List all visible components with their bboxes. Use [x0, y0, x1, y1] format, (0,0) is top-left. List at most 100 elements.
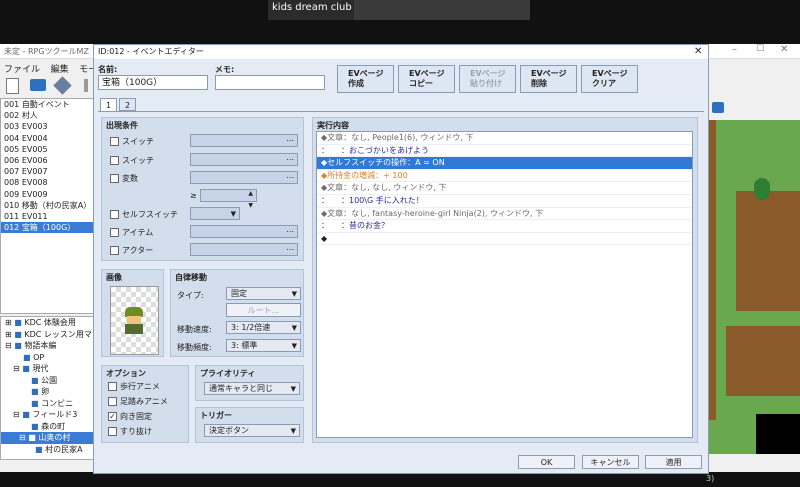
event-item[interactable]: 003 EV003 — [1, 121, 94, 132]
event-item[interactable]: 001 自動イベント — [1, 99, 94, 110]
map-tree-item[interactable]: ■ 卵 — [1, 386, 94, 398]
tab-page-2[interactable]: 2 — [119, 98, 136, 111]
direction-fix-checkbox[interactable]: ✓ — [108, 412, 117, 421]
ev-page-create-button[interactable]: EVページ 作成 — [337, 65, 394, 93]
move-speed-select[interactable]: 3: 1/2倍速 ▼ — [226, 321, 301, 334]
stepping-anim-checkbox[interactable] — [108, 397, 117, 406]
maximize-icon[interactable]: ☐ — [756, 44, 764, 54]
command-row[interactable]: ◆文章：なし, なし, ウィンドウ, 下 — [317, 182, 692, 195]
actor-checkbox[interactable] — [110, 246, 119, 255]
map-tree-item[interactable]: ⊟ ■ 物語本編 — [1, 340, 94, 352]
actor-select[interactable]: ... — [190, 243, 298, 256]
map-tree-item[interactable]: ■ 村の民家A — [1, 444, 94, 456]
event-item[interactable]: 010 移動（村の民家A） — [1, 200, 94, 211]
walking-anim-checkbox[interactable] — [108, 382, 117, 391]
command-row[interactable]: ◆ — [317, 233, 692, 246]
tab-page-1[interactable]: 1 — [100, 98, 117, 111]
participant-video — [354, 0, 530, 20]
map-tree-item[interactable]: ⊞ ■ KDC 体験会用 — [1, 317, 94, 329]
through-checkbox[interactable] — [108, 427, 117, 436]
map-icon: ■ — [14, 329, 22, 339]
collapse-icon[interactable]: ⊟ — [5, 341, 12, 350]
map-toolbar — [706, 96, 800, 120]
map-tree-item[interactable]: ⊞ ■ KDC レッスン用マ — [1, 329, 94, 341]
map-tree-item[interactable]: ⊟ ■ フィールド3 — [1, 409, 94, 421]
menu-file[interactable]: ファイル — [4, 65, 40, 75]
ev-page-clear-button[interactable]: EVページ クリア — [581, 65, 638, 93]
switch2-select[interactable]: ... — [190, 153, 298, 166]
event-item[interactable]: 004 EV004 — [1, 133, 94, 144]
map-tree-item[interactable]: ■ 公園 — [1, 375, 94, 387]
cancel-button[interactable]: キャンセル — [582, 455, 639, 469]
command-row[interactable]: ： ：昔のお金？ — [317, 220, 692, 233]
trigger-title: トリガー — [200, 411, 232, 420]
map-tree-item[interactable]: ■ OP — [1, 352, 94, 364]
actor-label: アクター — [122, 246, 154, 255]
ev-page-copy-button[interactable]: EVページ コピー — [398, 65, 455, 93]
ok-button[interactable]: OK — [518, 455, 575, 469]
move-freq-select[interactable]: 3: 標準 ▼ — [226, 339, 301, 352]
map-tree-item[interactable]: ■ 森の町 — [1, 421, 94, 433]
event-item-selected[interactable]: 012 宝箱（100G） — [1, 222, 94, 234]
command-row[interactable]: ： ：おこづかいをあげよう — [317, 145, 692, 158]
move-type-select[interactable]: 固定 ▼ — [226, 287, 301, 300]
options-panel: オプション 歩行アニメ 足踏みアニメ ✓ 向き固定 すり抜け — [101, 365, 189, 443]
item-checkbox[interactable] — [110, 228, 119, 237]
priority-select[interactable]: 通常キャラと同じ ▼ — [204, 382, 300, 395]
event-item[interactable]: 005 EV005 — [1, 144, 94, 155]
variable-checkbox[interactable] — [110, 174, 119, 183]
switch1-select[interactable]: ... — [190, 134, 298, 147]
event-item[interactable]: 007 EV007 — [1, 166, 94, 177]
route-button[interactable]: ルート... — [226, 303, 301, 317]
expand-icon[interactable]: ⊞ — [5, 318, 12, 327]
event-item[interactable]: 011 EV011 — [1, 211, 94, 222]
event-item[interactable]: 009 EV009 — [1, 189, 94, 200]
map-icon: ■ — [31, 398, 39, 408]
self-switch-checkbox[interactable] — [110, 210, 119, 219]
memo-field[interactable] — [215, 75, 325, 90]
collapse-icon[interactable]: ⊟ — [13, 364, 20, 373]
tool-icon[interactable] — [84, 79, 88, 92]
command-list[interactable]: ◆文章：なし, People1(6), ウィンドウ, 下 ： ：おこづかいをあげ… — [316, 131, 693, 438]
self-switch-select[interactable]: ▼ — [190, 207, 240, 220]
menu-edit[interactable]: 編集 — [51, 65, 69, 75]
event-item[interactable]: 002 村人 — [1, 110, 94, 121]
map-icon: ■ — [14, 341, 22, 350]
through-label: すり抜け — [120, 427, 152, 436]
play-icon[interactable] — [712, 102, 724, 113]
save-icon[interactable] — [53, 76, 72, 95]
expand-icon[interactable]: ⊞ — [5, 330, 12, 339]
switch2-checkbox[interactable] — [110, 156, 119, 165]
map-tree-item-selected[interactable]: ⊟ ■ 山奥の村 — [1, 432, 94, 444]
character-image[interactable] — [110, 286, 159, 355]
item-select[interactable]: ... — [190, 225, 298, 238]
ev-page-delete-button[interactable]: EVページ 削除 — [520, 65, 577, 93]
dialog-close-icon[interactable]: ✕ — [694, 45, 702, 59]
minimize-icon[interactable]: – — [732, 44, 737, 55]
command-row-selected[interactable]: ◆セルフスイッチの操作：A = ON — [317, 157, 692, 170]
collapse-icon[interactable]: ⊟ — [19, 433, 26, 442]
command-row[interactable]: ◆文章：なし, fantasy-heroine-girl Ninja(2), ウ… — [317, 208, 692, 221]
map-view[interactable] — [706, 96, 800, 454]
name-field[interactable]: 宝箱（100G） — [98, 75, 208, 90]
collapse-icon[interactable]: ⊟ — [13, 410, 20, 419]
event-item[interactable]: 008 EV008 — [1, 177, 94, 188]
map-tree-item[interactable]: ⊟ ■ 現代 — [1, 363, 94, 375]
cliff-tile — [726, 326, 800, 396]
ev-page-paste-button[interactable]: EVページ 貼り付け — [459, 65, 516, 93]
switch1-checkbox[interactable] — [110, 137, 119, 146]
variable-select[interactable]: ... — [190, 171, 298, 184]
map-tree-item[interactable]: ■ コンビニ — [1, 398, 94, 410]
stepping-anim-label: 足踏みアニメ — [120, 397, 168, 406]
variable-value-stepper[interactable]: ▲ ▼ — [200, 189, 257, 209]
command-row[interactable]: ◆文章：なし, People1(6), ウィンドウ, 下 — [317, 132, 692, 145]
new-file-icon[interactable] — [6, 78, 19, 94]
close-icon[interactable]: ✕ — [780, 44, 788, 55]
command-row[interactable]: ： ：100\G 手に入れた！ — [317, 195, 692, 208]
command-row[interactable]: ◆所持金の増減：+ 100 — [317, 170, 692, 183]
event-item[interactable]: 006 EV006 — [1, 155, 94, 166]
apply-button[interactable]: 適用 — [645, 455, 702, 469]
open-folder-icon[interactable] — [30, 79, 46, 91]
map-icon: ■ — [22, 410, 30, 419]
trigger-select[interactable]: 決定ボタン ▼ — [204, 424, 300, 437]
